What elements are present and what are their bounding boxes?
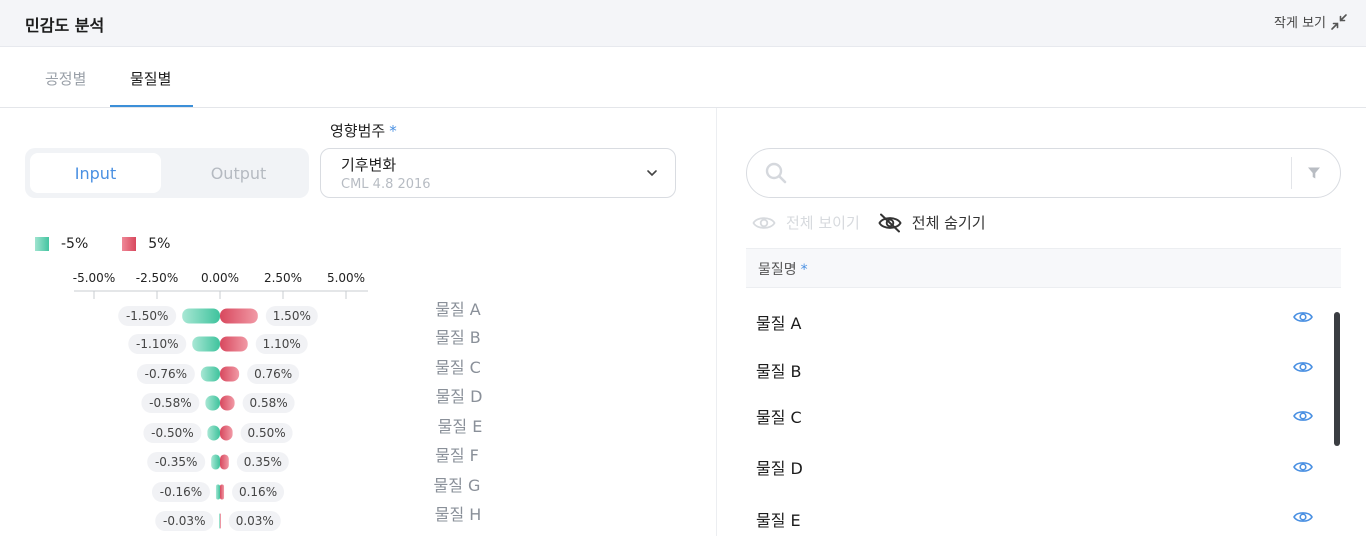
legend-label-negative: -5% — [61, 236, 89, 252]
bar-negative — [192, 336, 220, 352]
impact-category-text: 영향범주 — [330, 122, 386, 140]
eye-icon[interactable] — [1293, 408, 1313, 424]
bar-negative — [200, 366, 220, 382]
eye-off-icon — [878, 213, 902, 232]
pos-value-label: 0.03% — [236, 514, 274, 528]
neg-value-label: -1.10% — [136, 337, 178, 351]
pos-value-label: 0.35% — [244, 455, 282, 469]
list-item[interactable]: 물질 E — [756, 507, 801, 531]
neg-value-label: -0.76% — [145, 367, 187, 381]
bar-negative — [211, 454, 220, 470]
bar-negative — [205, 395, 220, 411]
active-tab-indicator — [110, 105, 193, 107]
substance-column-header: 물질명 * — [758, 259, 808, 279]
tornado-chart: -5.00% -2.50% 0.00% 2.50% 5.00% -1.50% 1.50% 물질… — [73, 271, 483, 531]
substance-column-label: 물질명 — [758, 262, 797, 278]
tab-by-substance[interactable]: 물질별 — [130, 68, 171, 89]
pos-value-label: 0.16% — [239, 485, 277, 499]
eye-icon — [752, 216, 776, 229]
bar-positive — [220, 366, 240, 382]
search-icon — [765, 162, 787, 184]
required-mark: * — [389, 122, 397, 140]
bar-positive — [220, 336, 248, 352]
pos-value-label: 0.50% — [248, 426, 286, 440]
eye-icon[interactable] — [1293, 509, 1313, 525]
hide-all-button[interactable]: 전체 숨기기 — [878, 212, 986, 233]
visibility-controls: 전체 보이기 전체 숨기기 — [752, 212, 986, 233]
eye-icon[interactable] — [1293, 459, 1313, 475]
category-label: 물질 D — [436, 387, 483, 406]
list-item[interactable]: 물질 D — [756, 455, 803, 479]
pos-value-label: 0.76% — [254, 367, 292, 381]
collapse-button[interactable]: 작게 보기 — [1274, 12, 1348, 31]
bar-positive — [220, 425, 233, 441]
list-item[interactable]: 물질 A — [756, 310, 801, 334]
impact-category-label: 영향범주 * — [330, 120, 397, 141]
chevron-down-icon — [647, 170, 657, 177]
x-tick-label: -2.50% — [136, 271, 178, 285]
search-input[interactable] — [802, 159, 1272, 187]
bar-positive — [220, 484, 225, 500]
category-label: 물질 A — [435, 300, 481, 319]
output-toggle-button[interactable]: Output — [173, 153, 304, 193]
required-mark: * — [800, 262, 808, 278]
neg-value-label: -0.58% — [149, 396, 191, 410]
category-label: 물질 B — [435, 328, 481, 347]
neg-value-label: -0.16% — [160, 485, 202, 499]
impact-method-value: CML 4.8 2016 — [341, 177, 431, 192]
pos-value-label: 1.10% — [263, 337, 301, 351]
bar-positive — [220, 454, 229, 470]
list-scrollbar[interactable] — [1334, 312, 1340, 446]
neg-value-label: -0.50% — [151, 426, 193, 440]
collapse-label: 작게 보기 — [1274, 16, 1326, 31]
page-title: 민감도 분석 — [25, 16, 105, 35]
x-tick-label: 5.00% — [327, 271, 365, 285]
bar-positive — [220, 308, 258, 324]
pos-value-label: 0.58% — [250, 396, 288, 410]
bar-negative — [219, 513, 220, 529]
search-separator — [1291, 157, 1292, 189]
x-tick-label: 2.50% — [264, 271, 302, 285]
category-label: 물질 G — [434, 476, 481, 495]
search-box — [746, 148, 1341, 198]
bar-positive — [220, 395, 235, 411]
neg-value-label: -0.35% — [155, 455, 197, 469]
x-tick-label: -5.00% — [73, 271, 115, 285]
tab-bar: 공정별 물질별 — [0, 48, 1366, 108]
tab-by-process[interactable]: 공정별 — [45, 68, 86, 89]
category-label: 물질 E — [438, 417, 483, 436]
impact-category-value: 기후변화 — [341, 156, 397, 174]
list-item[interactable]: 물질 C — [756, 404, 802, 428]
show-all-label: 전체 보이기 — [786, 214, 860, 232]
eye-icon[interactable] — [1293, 309, 1313, 325]
category-label: 물질 C — [435, 358, 481, 377]
bar-negative — [215, 484, 220, 500]
list-item[interactable]: 물질 B — [756, 358, 802, 382]
category-label: 물질 F — [435, 446, 479, 465]
category-label: 물질 H — [435, 505, 482, 524]
show-all-button[interactable]: 전체 보이기 — [752, 212, 860, 233]
legend-label-positive: 5% — [148, 236, 171, 252]
input-toggle-button[interactable]: Input — [30, 153, 161, 193]
collapse-arrows-icon — [1331, 13, 1347, 30]
legend-swatch-negative — [35, 237, 49, 251]
pos-value-label: 1.50% — [273, 309, 311, 323]
panel-divider — [716, 108, 717, 536]
bar-negative — [207, 425, 220, 441]
hide-all-label: 전체 숨기기 — [911, 214, 986, 232]
page-header: 민감도 분석 작게 보기 — [0, 0, 1366, 47]
legend-swatch-positive — [122, 237, 137, 251]
chart-legend: -5% 5% — [35, 236, 170, 252]
input-output-toggle: Input Output — [25, 148, 309, 198]
neg-value-label: -0.03% — [163, 514, 205, 528]
neg-value-label: -1.50% — [126, 309, 168, 323]
x-tick-label: 0.00% — [201, 271, 239, 285]
impact-category-select[interactable]: 기후변화 CML 4.8 2016 — [320, 148, 676, 198]
eye-icon[interactable] — [1293, 359, 1313, 375]
substance-list-header: 물질명 * — [746, 248, 1341, 288]
bar-positive — [220, 513, 221, 529]
filter-icon[interactable] — [1307, 166, 1321, 180]
bar-negative — [182, 308, 220, 324]
